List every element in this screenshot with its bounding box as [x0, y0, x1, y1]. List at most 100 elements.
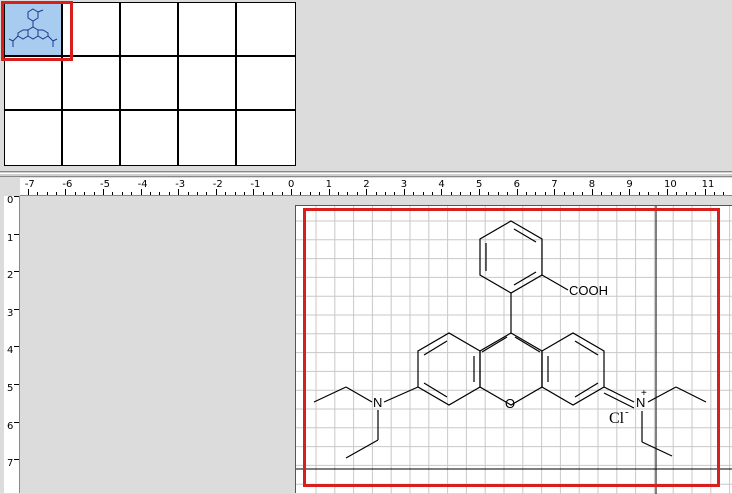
- ruler-tick-mark: [375, 192, 377, 195]
- thumbnail-cell-11[interactable]: [5, 111, 63, 165]
- ruler-tick-mark: [629, 189, 631, 195]
- ruler-tick-mark: [14, 233, 19, 235]
- ruler-tick-mark: [244, 192, 245, 195]
- ruler-tick-mark: [74, 192, 76, 195]
- ruler-tick-mark: [695, 192, 697, 195]
- ruler-tick-mark: [704, 189, 706, 195]
- ruler-tick-mark: [272, 192, 274, 195]
- ruler-tick-label: 7: [7, 458, 14, 470]
- ruler-tick-mark: [27, 189, 29, 195]
- ruler-tick-mark: [56, 192, 57, 195]
- horizontal-ruler: -7 -6 -5 -4 -3 -2 -1 0 1 2 3 4 5 6 7 8 9 10 11: [20, 178, 732, 196]
- vertical-ruler: 0 1 2 3 4 5 6 7: [4, 195, 20, 493]
- ruler-tick-mark: [422, 192, 424, 195]
- thumbnail-selection-highlight: [1, 1, 73, 61]
- ruler-tick-mark: [37, 192, 39, 195]
- ruler-tick-label: 2: [7, 270, 14, 282]
- ruler-tick-mark: [413, 192, 415, 195]
- ruler-tick-mark: [328, 189, 330, 195]
- ruler-tick-mark: [469, 192, 471, 195]
- ruler-tick-mark: [262, 192, 264, 195]
- ruler-tick-mark: [215, 189, 217, 195]
- thumbnail-cell-8[interactable]: [121, 57, 179, 111]
- ruler-tick-label: 5: [7, 383, 14, 394]
- ruler-tick-mark: [319, 192, 321, 195]
- thumbnail-cell-5[interactable]: [237, 3, 295, 57]
- thumbnail-cell-12[interactable]: [63, 111, 121, 165]
- ruler-tick-mark: [14, 421, 19, 423]
- thumbnail-cell-3[interactable]: [121, 3, 179, 57]
- ruler-tick-mark: [14, 346, 19, 348]
- ruler-tick-mark: [338, 192, 339, 195]
- ruler-tick-mark: [197, 192, 198, 195]
- ruler-tick-mark: [479, 189, 480, 195]
- canvas-selection-highlight: [303, 208, 720, 487]
- thumbnail-cell-10[interactable]: [237, 57, 295, 111]
- ruler-tick-mark: [121, 192, 123, 195]
- ruler-tick-mark: [14, 308, 19, 310]
- ruler-tick-mark: [563, 192, 565, 195]
- ruler-tick-mark: [366, 189, 368, 195]
- ruler-tick-mark: [14, 196, 19, 197]
- ruler-tick-mark: [300, 192, 302, 195]
- ruler-tick-mark: [206, 192, 208, 195]
- ruler-tick-label: 3: [7, 307, 14, 319]
- ruler-tick-label: -3: [175, 179, 186, 190]
- ruler-tick-mark: [347, 192, 349, 195]
- ruler-tick-mark: [582, 192, 584, 195]
- ruler-tick-mark: [131, 192, 133, 195]
- ruler-tick-mark: [526, 192, 527, 195]
- thumbnail-cell-6[interactable]: [5, 57, 63, 111]
- ruler-tick-mark: [638, 192, 640, 195]
- thumbnail-cell-15[interactable]: [237, 111, 295, 165]
- thumbnail-cell-14[interactable]: [179, 111, 237, 165]
- ruler-tick-label: -6: [62, 179, 73, 190]
- ruler-tick-mark: [309, 192, 311, 195]
- ruler-tick-mark: [168, 192, 170, 195]
- ruler-tick-label: 11: [701, 179, 715, 190]
- ruler-tick-label: 4: [7, 345, 14, 357]
- ruler-tick-mark: [620, 192, 621, 195]
- thumbnail-cell-13[interactable]: [121, 111, 179, 165]
- ruler-tick-mark: [573, 192, 574, 195]
- ruler-tick-mark: [516, 189, 518, 195]
- ruler-tick-mark: [601, 192, 603, 195]
- ruler-tick-mark: [394, 192, 396, 195]
- ruler-tick-mark: [103, 189, 104, 195]
- ruler-tick-mark: [178, 189, 180, 195]
- ruler-tick-label: -1: [250, 179, 261, 190]
- ruler-tick-mark: [507, 192, 509, 195]
- ruler-tick-label: 10: [664, 179, 677, 190]
- ruler-tick-label: -7: [24, 179, 35, 190]
- ruler-tick-mark: [187, 192, 189, 195]
- ruler-tick-mark: [403, 189, 405, 195]
- ruler-tick-label: 1: [7, 232, 14, 244]
- ruler-tick-mark: [667, 189, 668, 195]
- ruler-tick-mark: [112, 192, 114, 195]
- ruler-tick-mark: [441, 189, 443, 195]
- ruler-tick-label: -5: [100, 179, 110, 190]
- ruler-tick-mark: [385, 192, 386, 195]
- ruler-tick-mark: [685, 192, 687, 195]
- ruler-tick-mark: [648, 192, 650, 195]
- ruler-tick-mark: [46, 192, 48, 195]
- thumbnail-cell-4[interactable]: [179, 3, 237, 57]
- ruler-tick-mark: [84, 192, 86, 195]
- ruler-tick-mark: [140, 189, 142, 195]
- ruler-tick-mark: [460, 192, 462, 195]
- ruler-tick-mark: [93, 192, 95, 195]
- ruler-tick-label: -2: [212, 179, 223, 190]
- ruler-tick-mark: [497, 192, 499, 195]
- thumbnail-cell-9[interactable]: [179, 57, 237, 111]
- ruler-tick-mark: [159, 192, 161, 195]
- ruler-tick-mark: [356, 192, 358, 195]
- pane-splitter[interactable]: [0, 171, 732, 177]
- ruler-tick-mark: [281, 192, 283, 195]
- ruler-tick-mark: [723, 192, 725, 195]
- ruler-tick-mark: [676, 192, 678, 195]
- ruler-tick-label: 0: [7, 195, 14, 206]
- ruler-tick-mark: [234, 192, 236, 195]
- ruler-tick-mark: [591, 189, 593, 195]
- thumbnail-cell-7[interactable]: [63, 57, 121, 111]
- ruler-tick-mark: [14, 271, 19, 273]
